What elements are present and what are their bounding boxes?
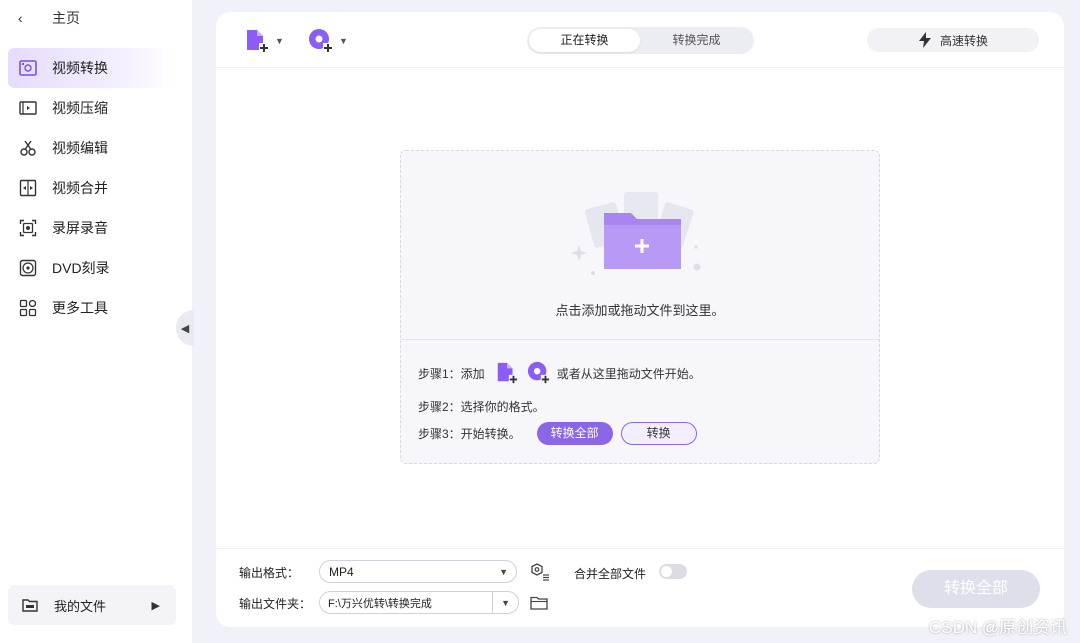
sidebar-item-label: 录屏录音 (52, 220, 108, 236)
step-2: 步骤2：选择你的格式。 (418, 398, 545, 415)
step1-prefix: 步骤1：添加 (418, 366, 485, 381)
drop-zone[interactable]: 点击添加或拖动文件到这里。 步骤1：添加 或者从这里拖动文件开始。 步骤2：选择… (400, 150, 880, 464)
toolbar: ▼ ▼ 正在转换 转换完成 高速转换 (216, 12, 1064, 68)
sidebar-item-video-compress[interactable]: 视频压缩 (8, 88, 176, 128)
step1-suffix: 或者从这里拖动文件开始。 (556, 366, 701, 381)
chevron-down-icon: ▼ (339, 36, 348, 46)
output-folder-value: F:\万兴优转\转换完成 (328, 597, 432, 610)
watermark: CSDN @原创资讯 (929, 618, 1068, 637)
sidebar-item-label: DVD刻录 (52, 260, 110, 276)
add-disc-button[interactable]: ▼ (308, 28, 348, 54)
sidebar-item-label: 视频转换 (52, 60, 108, 76)
drop-area[interactable]: 点击添加或拖动文件到这里。 (401, 151, 879, 340)
output-format-label: 输出格式： (239, 566, 300, 580)
add-file-icon (244, 28, 270, 54)
home-link[interactable]: ‹ 主页 (18, 6, 80, 30)
add-file-icon[interactable] (495, 361, 519, 385)
step2-text: 步骤2：选择你的格式。 (418, 400, 545, 414)
folder-icon (22, 596, 40, 614)
convert-all-button[interactable]: 转换全部 (912, 570, 1040, 608)
drop-hint: 点击添加或拖动文件到这里。 (555, 303, 725, 318)
chevron-left-icon: ‹ (18, 10, 23, 26)
tab-converting[interactable]: 正在转换 (529, 29, 640, 52)
divider (492, 592, 493, 613)
add-file-button[interactable]: ▼ (244, 28, 284, 54)
merge-files-label: 合并全部文件 (574, 567, 647, 581)
format-settings-icon[interactable] (530, 563, 550, 581)
add-disc-icon (308, 28, 334, 54)
sidebar-item-dvd-burn[interactable]: DVD刻录 (8, 248, 176, 288)
video-compress-icon (19, 99, 37, 117)
step3-text: 步骤3：开始转换。 (418, 427, 521, 441)
lightning-icon (918, 32, 932, 48)
chevron-left-icon: ◀ (180, 322, 190, 335)
home-label: 主页 (52, 10, 80, 26)
merge-files-toggle[interactable] (659, 564, 687, 579)
step-3: 步骤3：开始转换。 转换全部 转换 (418, 422, 697, 445)
video-convert-icon (19, 59, 37, 77)
screen-record-icon (19, 219, 37, 237)
output-folder-label: 输出文件夹： (239, 597, 312, 611)
scissors-icon (19, 139, 37, 157)
chevron-right-icon: ▶ (151, 599, 160, 612)
open-folder-icon[interactable] (530, 596, 548, 610)
convert-all-small-button[interactable]: 转换全部 (536, 422, 613, 445)
sidebar-item-label: 视频压缩 (52, 100, 108, 116)
tab-converted[interactable]: 转换完成 (641, 29, 752, 52)
add-folder-illustration (569, 187, 709, 282)
sidebar-item-video-merge[interactable]: 视频合并 (8, 168, 176, 208)
output-format-select[interactable]: MP4 ▼ (319, 560, 517, 583)
output-folder-select[interactable]: F:\万兴优转\转换完成 ▼ (319, 591, 519, 614)
output-format-value: MP4 (329, 564, 354, 579)
grid-icon (19, 299, 37, 317)
add-disc-icon[interactable] (527, 361, 551, 385)
sidebar-item-label: 视频合并 (52, 180, 108, 196)
convert-status-tabs: 正在转换 转换完成 (527, 27, 754, 54)
chevron-down-icon: ▼ (501, 597, 510, 608)
sidebar-item-video-convert[interactable]: 视频转换 (8, 48, 176, 88)
my-files-button[interactable]: 我的文件 ▶ (8, 585, 176, 625)
my-files-label: 我的文件 (54, 598, 107, 614)
chevron-down-icon: ▼ (275, 36, 284, 46)
fast-convert-label: 高速转换 (939, 33, 988, 48)
sidebar-item-video-edit[interactable]: 视频编辑 (8, 128, 176, 168)
sidebar-item-label: 视频编辑 (52, 140, 108, 156)
sidebar-item-more-tools[interactable]: 更多工具 (8, 288, 176, 328)
video-merge-icon (19, 179, 37, 197)
sidebar-item-label: 更多工具 (52, 300, 108, 316)
fast-convert-button[interactable]: 高速转换 (867, 28, 1039, 52)
step-1: 步骤1：添加 或者从这里拖动文件开始。 (418, 361, 701, 385)
sidebar: ‹ 主页 视频转换 视频压缩 视频编辑 视频合并 录屏录音 DVD刻录 更多工具… (0, 0, 192, 643)
disc-icon (19, 259, 37, 277)
convert-button[interactable]: 转换 (620, 422, 697, 445)
main-panel: ▼ ▼ 正在转换 转换完成 高速转换 点击添加或拖动文件到这里。 步骤1：添加 … (216, 12, 1064, 627)
chevron-down-icon: ▼ (499, 566, 508, 577)
toggle-knob (661, 566, 672, 577)
sidebar-item-screen-record[interactable]: 录屏录音 (8, 208, 176, 248)
